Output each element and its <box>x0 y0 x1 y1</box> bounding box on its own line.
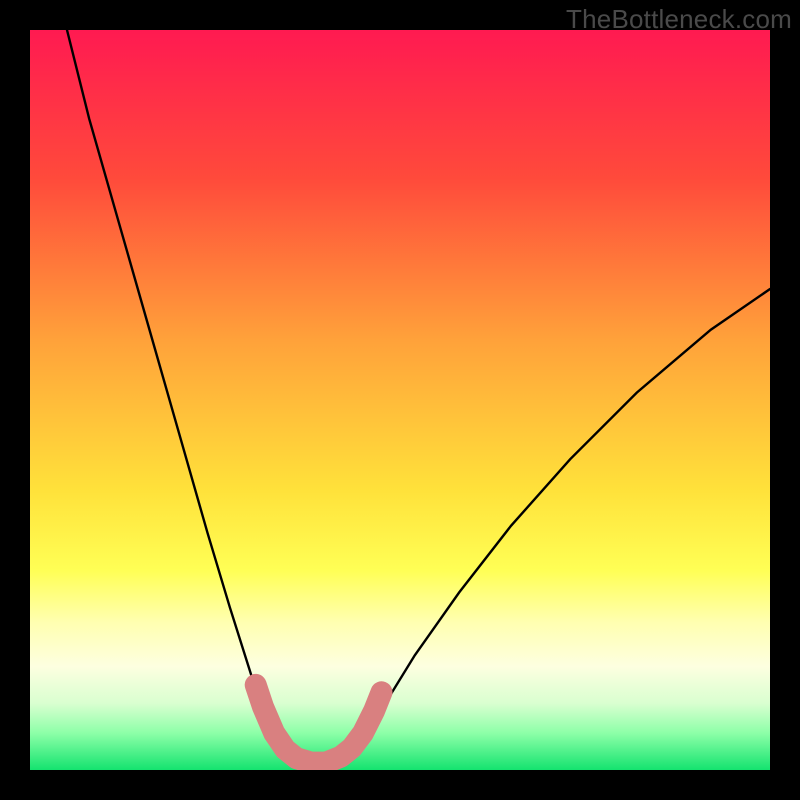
bottleneck-chart <box>30 30 770 770</box>
gradient-background <box>30 30 770 770</box>
chart-frame: TheBottleneck.com <box>0 0 800 800</box>
plot-area <box>30 30 770 770</box>
